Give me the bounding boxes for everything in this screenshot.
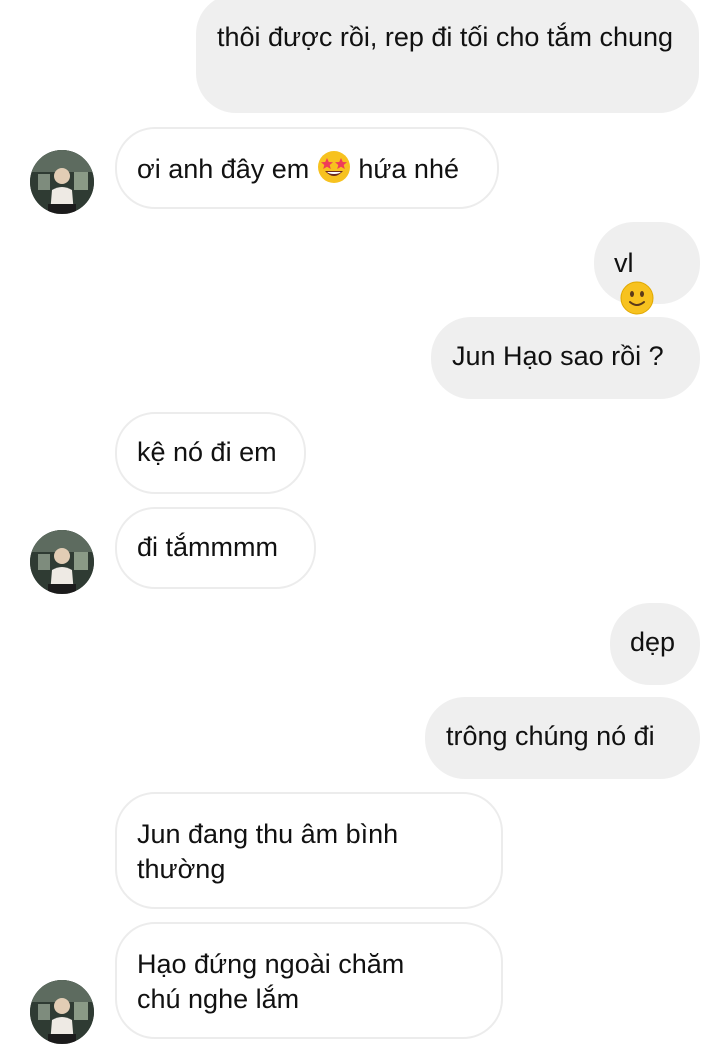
message-text: hứa nhé [358, 154, 459, 184]
message-text: vl [614, 248, 634, 278]
message-bubble-incoming[interactable]: đi tắmmmm [115, 507, 316, 589]
contact-avatar[interactable] [30, 150, 94, 214]
message-bubble-outgoing[interactable]: thôi được rồi, rep đi tối cho tắm chung [196, 0, 699, 113]
message-text: Jun đang thu âm bình thường [137, 819, 399, 884]
message-bubble-incoming[interactable]: Jun đang thu âm bình thường [115, 792, 503, 909]
contact-avatar[interactable] [30, 980, 94, 1044]
contact-avatar[interactable] [30, 530, 94, 594]
message-text: dẹp [630, 627, 676, 657]
message-text: thôi được rồi, rep đi tối cho tắm chung [217, 22, 674, 52]
message-text: kệ nó đi em [137, 437, 277, 467]
message-bubble-incoming[interactable]: ơi anh đây em hứa nhé [115, 127, 499, 209]
message-text: Jun Hạo sao rồi ? [452, 341, 664, 371]
message-text: đi tắmmmm [137, 532, 278, 562]
message-bubble-outgoing[interactable]: vl [594, 222, 700, 315]
message-bubble-incoming[interactable]: kệ nó đi em [115, 412, 306, 494]
message-bubble-outgoing[interactable]: dẹp [610, 603, 700, 685]
star-struck-emoji-icon [317, 151, 350, 183]
message-text: Hạo đứng ngoài chăm chú nghe lắm [137, 949, 405, 1014]
message-text: trông chúng nó đi [446, 721, 655, 751]
slightly-smiling-emoji-icon [620, 281, 654, 315]
message-bubble-outgoing[interactable]: trông chúng nó đi [425, 697, 700, 779]
message-text: ơi anh đây em [137, 154, 310, 184]
message-bubble-outgoing[interactable]: Jun Hạo sao rồi ? [431, 317, 700, 399]
message-bubble-incoming[interactable]: Hạo đứng ngoài chăm chú nghe lắm [115, 922, 503, 1039]
